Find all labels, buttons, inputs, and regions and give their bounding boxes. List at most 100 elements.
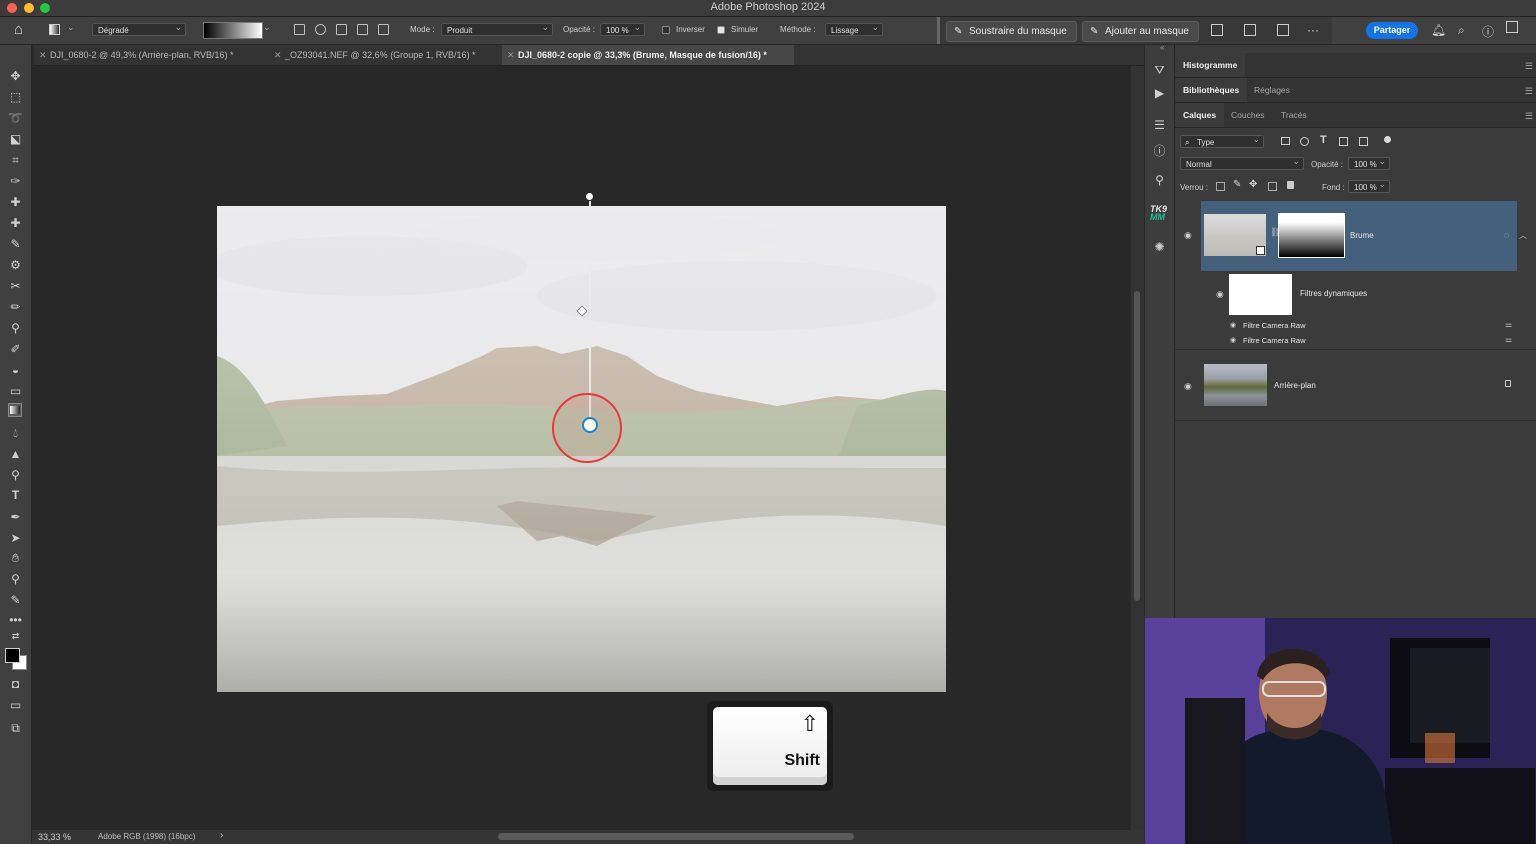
filter-shape-icon[interactable]	[1339, 137, 1348, 146]
tk9-plugin-icon[interactable]: TK9 MM	[1150, 205, 1167, 222]
filter-blending-options-icon[interactable]: ⚌	[1505, 335, 1512, 344]
tab-libraries[interactable]: Bibliothèques	[1175, 78, 1248, 102]
lasso-tool-icon[interactable]: ➰	[0, 111, 31, 125]
tab-document-2[interactable]: ✕ _OZ93041.NEF @ 32,6% (Groupe 1, RVB/16…	[269, 45, 501, 65]
mask-invert-icon[interactable]	[1244, 24, 1256, 36]
panel-menu-icon[interactable]: ☰	[1525, 61, 1533, 72]
gradient-handle-line[interactable]	[589, 198, 591, 424]
edit-toolbar-icon[interactable]: ✎	[0, 593, 31, 607]
gradient-preview[interactable]	[203, 22, 263, 39]
radial-gradient-icon[interactable]	[315, 24, 326, 35]
eraser-tool-icon[interactable]: ▭	[0, 384, 31, 398]
eye-visibility-icon[interactable]: ◉	[1216, 289, 1224, 300]
more-tools-icon[interactable]: •••	[0, 613, 31, 627]
share-button[interactable]: Partager	[1366, 22, 1418, 39]
filter-smart-object-icon[interactable]	[1359, 137, 1368, 146]
smart-filters-mask-thumbnail[interactable]	[1229, 274, 1292, 315]
panel-menu-icon[interactable]: ☰	[1525, 86, 1533, 97]
marquee-tool-icon[interactable]: ⬚	[0, 90, 31, 104]
reflected-gradient-icon[interactable]	[357, 24, 368, 35]
gradient-end-handle[interactable]	[582, 417, 598, 433]
blur-tool-icon[interactable]: 💧︎	[0, 426, 31, 441]
lock-brush-icon[interactable]: ✎	[1233, 179, 1241, 190]
close-tab-icon[interactable]: ✕	[507, 45, 515, 65]
close-tab-icon[interactable]: ✕	[39, 45, 47, 65]
filter-adjustment-icon[interactable]	[1300, 137, 1309, 146]
home-icon[interactable]: ⌂	[14, 21, 23, 38]
help-icon[interactable]: ⓘ	[1482, 23, 1494, 40]
gradient-tool-active-icon[interactable]	[8, 403, 22, 417]
path-selection-tool-icon[interactable]: ➤	[0, 531, 31, 545]
history-panel-icon[interactable]: ⛛	[1145, 63, 1174, 78]
adjustments-panel-icon[interactable]: ⚲	[1145, 173, 1174, 187]
invert-checkbox[interactable]	[662, 26, 670, 34]
lock-artboard-icon[interactable]	[1268, 182, 1277, 191]
eye-visibility-icon[interactable]: ◉	[1230, 321, 1236, 329]
dodge-tool-icon[interactable]: ⚲	[0, 468, 31, 482]
info-panel-icon[interactable]: ⓘ	[1145, 142, 1174, 159]
eye-visibility-icon[interactable]: ◉	[1230, 336, 1236, 344]
layer-name[interactable]: Arrière-plan	[1274, 381, 1316, 390]
foreground-color-swatch[interactable]	[5, 648, 20, 663]
fill-tool-icon[interactable]: ◒	[0, 363, 31, 377]
eyedropper-tool-icon[interactable]: ✑	[0, 174, 31, 188]
opacity-field[interactable]: 100 %	[600, 21, 645, 36]
type-tool-icon[interactable]: T	[0, 488, 31, 502]
properties-panel-icon[interactable]: ☰	[1145, 118, 1174, 132]
sharpen-tool-icon[interactable]: ▲	[0, 447, 31, 461]
gradient-tool-icon[interactable]	[49, 24, 60, 35]
layer-opacity-field[interactable]: 100 %	[1348, 155, 1390, 170]
history-brush-tool-icon[interactable]: ✐	[0, 342, 31, 356]
tab-document-1[interactable]: ✕ DJI_0680-2 @ 49,3% (Arrière-plan, RVB/…	[34, 45, 266, 65]
lock-all-icon[interactable]	[1287, 181, 1294, 189]
tab-layers[interactable]: Calques	[1175, 103, 1225, 127]
pen-tool-icon[interactable]: ✒	[0, 510, 31, 524]
horizontal-scroll-thumb[interactable]	[498, 833, 854, 840]
status-menu-arrow[interactable]: ›	[220, 830, 223, 841]
angle-gradient-icon[interactable]	[336, 24, 347, 35]
close-tab-icon[interactable]: ✕	[274, 45, 282, 65]
filter-toggle-icon[interactable]	[1384, 136, 1391, 143]
eye-visibility-icon[interactable]: ◉	[1184, 230, 1192, 241]
gradient-start-handle[interactable]	[585, 192, 594, 201]
mask-refine-icon[interactable]	[1211, 24, 1223, 36]
zoom-level[interactable]: 33,33 %	[38, 832, 71, 842]
smart-filter-options-icon[interactable]: ◌	[1504, 230, 1509, 240]
plugin-gear-icon[interactable]: ✺	[1145, 240, 1174, 254]
brush-tool-icon[interactable]: ✏	[0, 300, 31, 314]
subtract-from-mask-button[interactable]: ✎ Soustraire du masque	[946, 21, 1077, 42]
method-select[interactable]: Lissage	[825, 21, 883, 36]
mask-apply-icon[interactable]	[1277, 24, 1289, 36]
tab-channels[interactable]: Couches	[1223, 103, 1273, 127]
filter-type-icon[interactable]: T	[1320, 134, 1327, 146]
eye-visibility-icon[interactable]: ◉	[1184, 381, 1192, 392]
simulate-checkbox[interactable]	[717, 26, 725, 34]
vertical-scrollbar[interactable]	[1131, 66, 1144, 830]
smart-filters-name[interactable]: Filtres dynamiques	[1300, 289, 1367, 298]
screen-mode-icon[interactable]: ▭	[0, 698, 31, 712]
actions-panel-icon[interactable]: ▶	[1145, 86, 1174, 100]
hand-tool-icon[interactable]: ✋︎	[0, 551, 31, 566]
move-tool-icon[interactable]: ✥	[0, 69, 31, 83]
lock-position-icon[interactable]: ✥	[1249, 179, 1257, 190]
chevron-down-icon[interactable]: ⌄	[67, 22, 75, 33]
panel-menu-icon[interactable]: ☰	[1525, 111, 1533, 122]
filter-pixel-icon[interactable]	[1281, 137, 1290, 145]
linear-gradient-icon[interactable]	[294, 24, 305, 35]
add-to-mask-button[interactable]: ✎ Ajouter au masque	[1082, 21, 1199, 42]
object-selection-tool-icon[interactable]: ⬕	[0, 132, 31, 146]
healing-brush-tool-icon[interactable]: ✚	[0, 216, 31, 230]
layer-row-brume[interactable]: ⛓ Brume ◌	[1201, 201, 1517, 271]
frame-icon[interactable]: ⧉	[0, 721, 31, 736]
bell-icon[interactable]: 🔔︎	[1431, 23, 1446, 37]
filter-name[interactable]: Filtre Camera Raw	[1243, 321, 1306, 330]
tab-paths[interactable]: Tracés	[1273, 103, 1315, 127]
blend-mode-select[interactable]: Normal	[1180, 155, 1304, 170]
stamp-tool-icon[interactable]: ⚲	[0, 321, 31, 335]
filter-blending-options-icon[interactable]: ⚌	[1505, 320, 1512, 329]
layer-mask-thumbnail[interactable]	[1278, 213, 1345, 258]
spot-healing-tool-icon[interactable]: ✚	[0, 195, 31, 209]
workspace-icon[interactable]	[1506, 21, 1518, 33]
content-aware-tool-icon[interactable]: ⚙	[0, 258, 31, 272]
swap-colors-icon[interactable]: ⇄	[0, 631, 31, 642]
